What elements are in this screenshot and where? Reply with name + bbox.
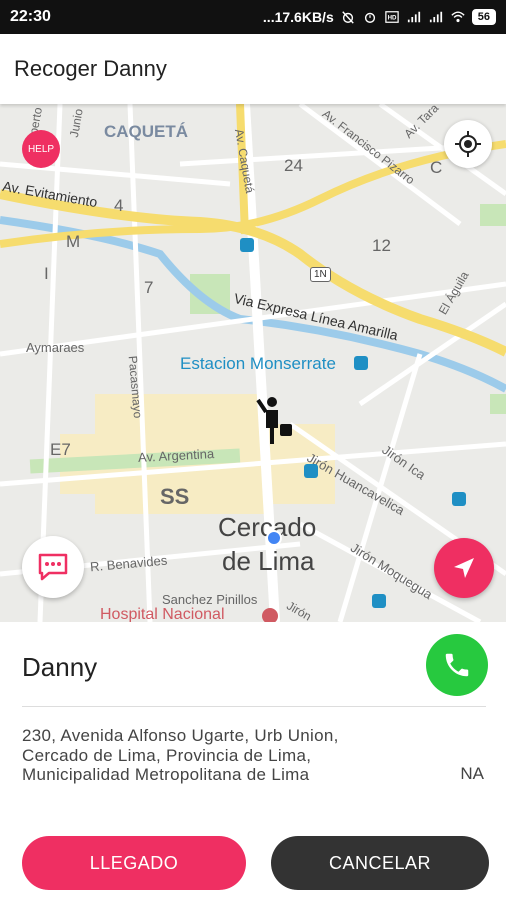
bus-stop-icon <box>372 594 386 608</box>
map-label-7: 7 <box>144 278 154 297</box>
chat-button[interactable] <box>22 536 84 598</box>
volte-icon: HD <box>385 11 399 23</box>
chat-icon <box>38 553 68 581</box>
alarm-icon <box>364 12 375 23</box>
passenger-pickup-icon <box>256 397 292 444</box>
hospital-icon <box>262 608 278 622</box>
map-label-cercado-2: de Lima <box>222 546 315 576</box>
passenger-name: Danny <box>22 652 98 682</box>
navigate-button[interactable] <box>434 538 494 598</box>
page-title: Recoger Danny <box>14 56 167 81</box>
map-label-c: C <box>430 158 443 177</box>
app-bar: Recoger Danny <box>0 34 506 104</box>
phone-icon <box>445 653 469 677</box>
bus-stop-icon <box>240 238 254 252</box>
route-shield-1n: 1N <box>310 267 331 282</box>
train-station-icon <box>354 356 368 370</box>
status-time: 22:30 <box>10 8 51 25</box>
navigation-arrow-icon <box>454 558 474 578</box>
map-label-e7: E7 <box>50 440 71 459</box>
map-label-i: I <box>44 264 49 283</box>
map-label-4: 4 <box>114 196 124 215</box>
help-button[interactable]: HELP <box>22 130 60 168</box>
signal-icon <box>429 11 442 23</box>
pickup-address: 230, Avenida Alfonso Ugarte, Urb Union, … <box>22 726 339 784</box>
status-icons: ...17.6KB/s HD 56 <box>263 9 496 25</box>
map-label-caqueta: CAQUETÁ <box>104 122 189 141</box>
call-button[interactable] <box>426 634 488 696</box>
map-label-aymaraes: Aymaraes <box>26 340 85 355</box>
status-bar: 22:30 ...17.6KB/s HD 56 <box>0 0 506 34</box>
cancel-button[interactable]: CANCELAR <box>271 836 489 890</box>
current-location-dot <box>266 530 282 546</box>
wifi-icon <box>451 11 465 23</box>
arrived-button[interactable]: LLEGADO <box>22 836 246 890</box>
map-label-hospital-nacional: Hospital Nacional <box>100 606 225 622</box>
my-location-button[interactable] <box>444 120 492 168</box>
trip-detail-panel: Danny 230, Avenida Alfonso Ugarte, Urb U… <box>0 622 506 900</box>
map-label-m: M <box>66 232 81 251</box>
network-speed: ...17.6KB/s <box>262 9 334 25</box>
passenger-extra-info: NA <box>460 764 484 783</box>
svg-text:HD: HD <box>387 15 396 22</box>
signal-icon <box>407 11 420 23</box>
map-label-12: 12 <box>372 236 391 255</box>
park-area <box>480 204 506 226</box>
divider <box>22 706 486 707</box>
cancel-button-label: CANCELAR <box>328 852 432 873</box>
bus-stop-icon <box>304 464 318 478</box>
arrived-button-label: LLEGADO <box>89 852 179 873</box>
crosshair-icon <box>455 131 481 157</box>
map-label-sanchez-pinillos: Sanchez Pinillos <box>162 592 258 607</box>
park-area <box>490 394 506 414</box>
bus-stop-icon <box>452 492 466 506</box>
map-label-estacion-monserrate: Estacion Monserrate <box>180 354 336 373</box>
help-button-label: HELP <box>27 143 55 155</box>
alarm-off-icon <box>341 11 354 24</box>
map-label-ss: SS <box>160 484 190 509</box>
battery-indicator: 56 <box>471 9 496 25</box>
map-view[interactable]: CAQUETÁ Junio perto Av. Caquetá Av. Fran… <box>0 104 506 622</box>
map-label-24: 24 <box>284 156 303 175</box>
